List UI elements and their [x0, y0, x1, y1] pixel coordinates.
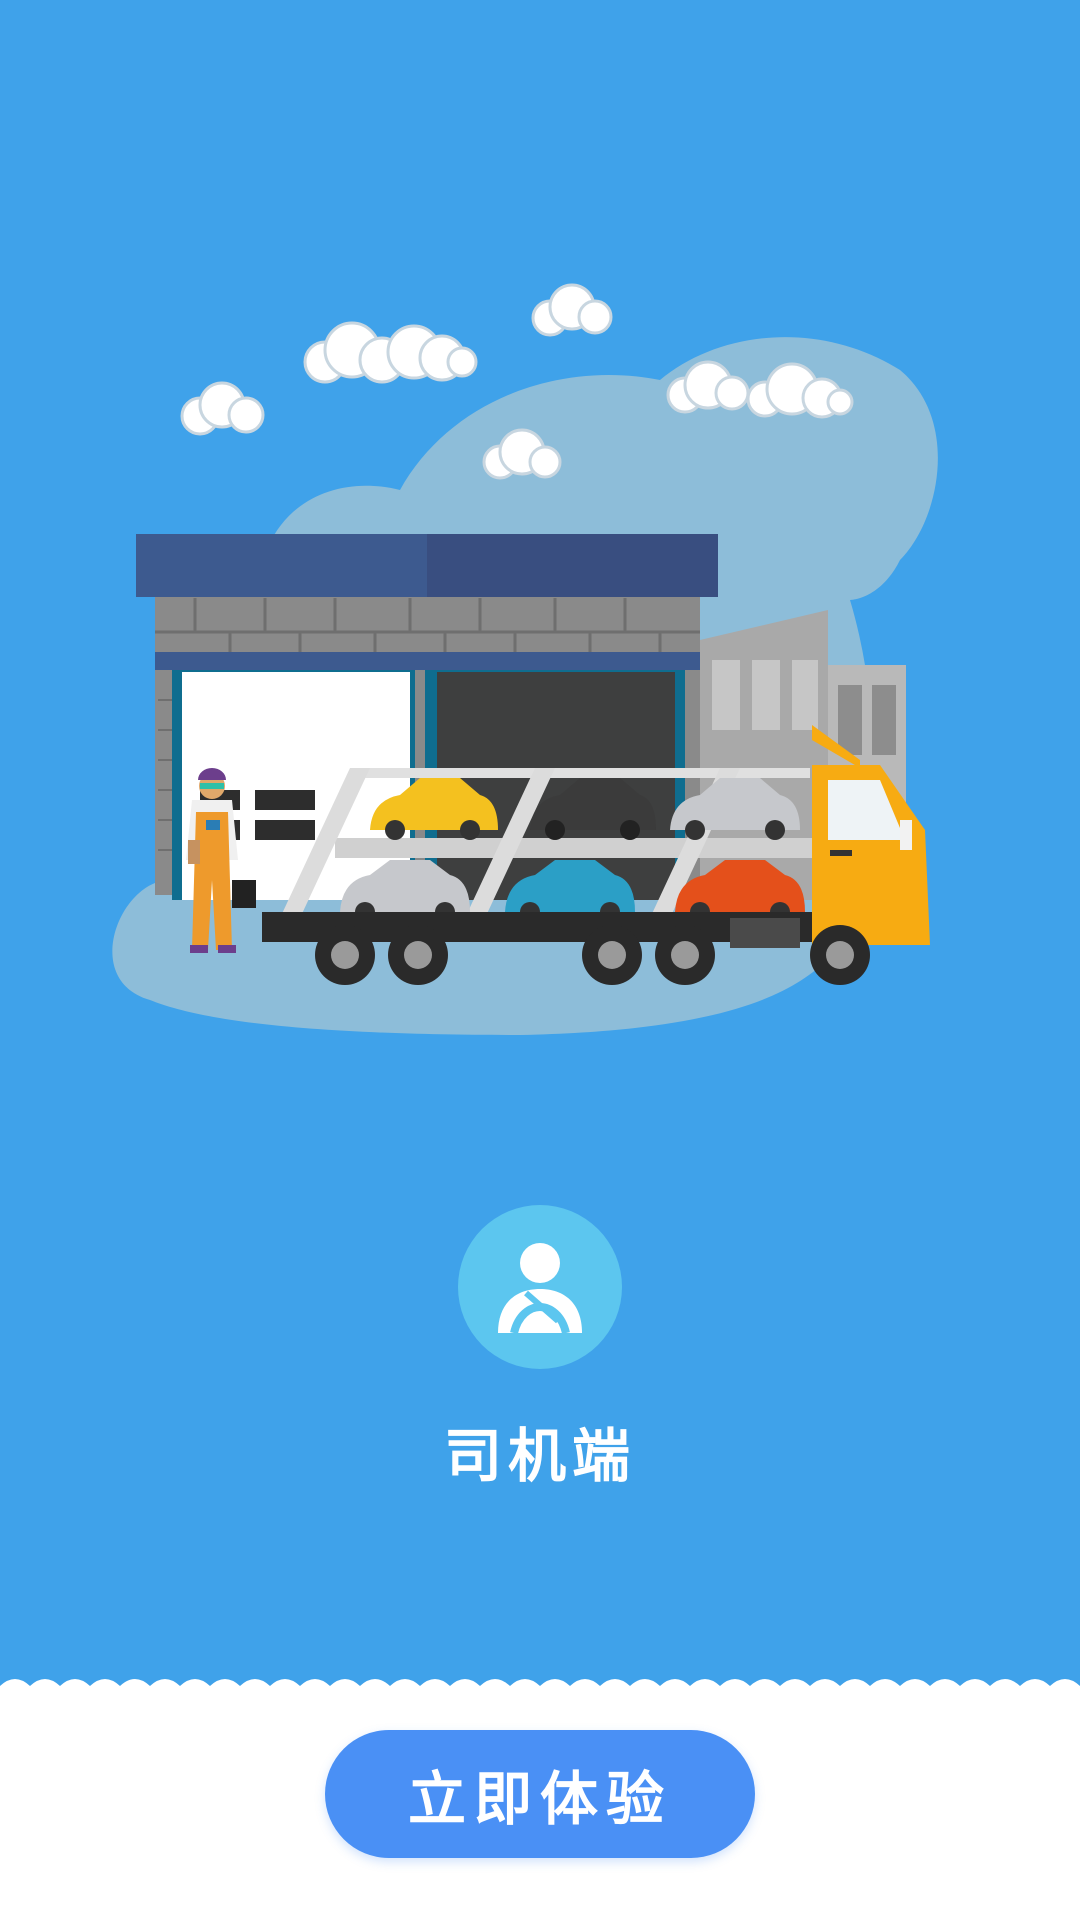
- cloud-icon: [531, 283, 613, 337]
- driver-seatbelt-icon: [498, 1243, 582, 1335]
- role-selector[interactable]: 司机端: [0, 1205, 1080, 1493]
- cloud-icon: [303, 321, 478, 384]
- splash-screen: 司机端 立即体验: [0, 0, 1080, 1920]
- role-label: 司机端: [443, 1422, 636, 1490]
- cloud-icon: [180, 381, 265, 436]
- start-experience-button[interactable]: 立即体验: [325, 1730, 755, 1858]
- driver-avatar[interactable]: [458, 1205, 622, 1369]
- car-carrier-illustration: [112, 283, 938, 1036]
